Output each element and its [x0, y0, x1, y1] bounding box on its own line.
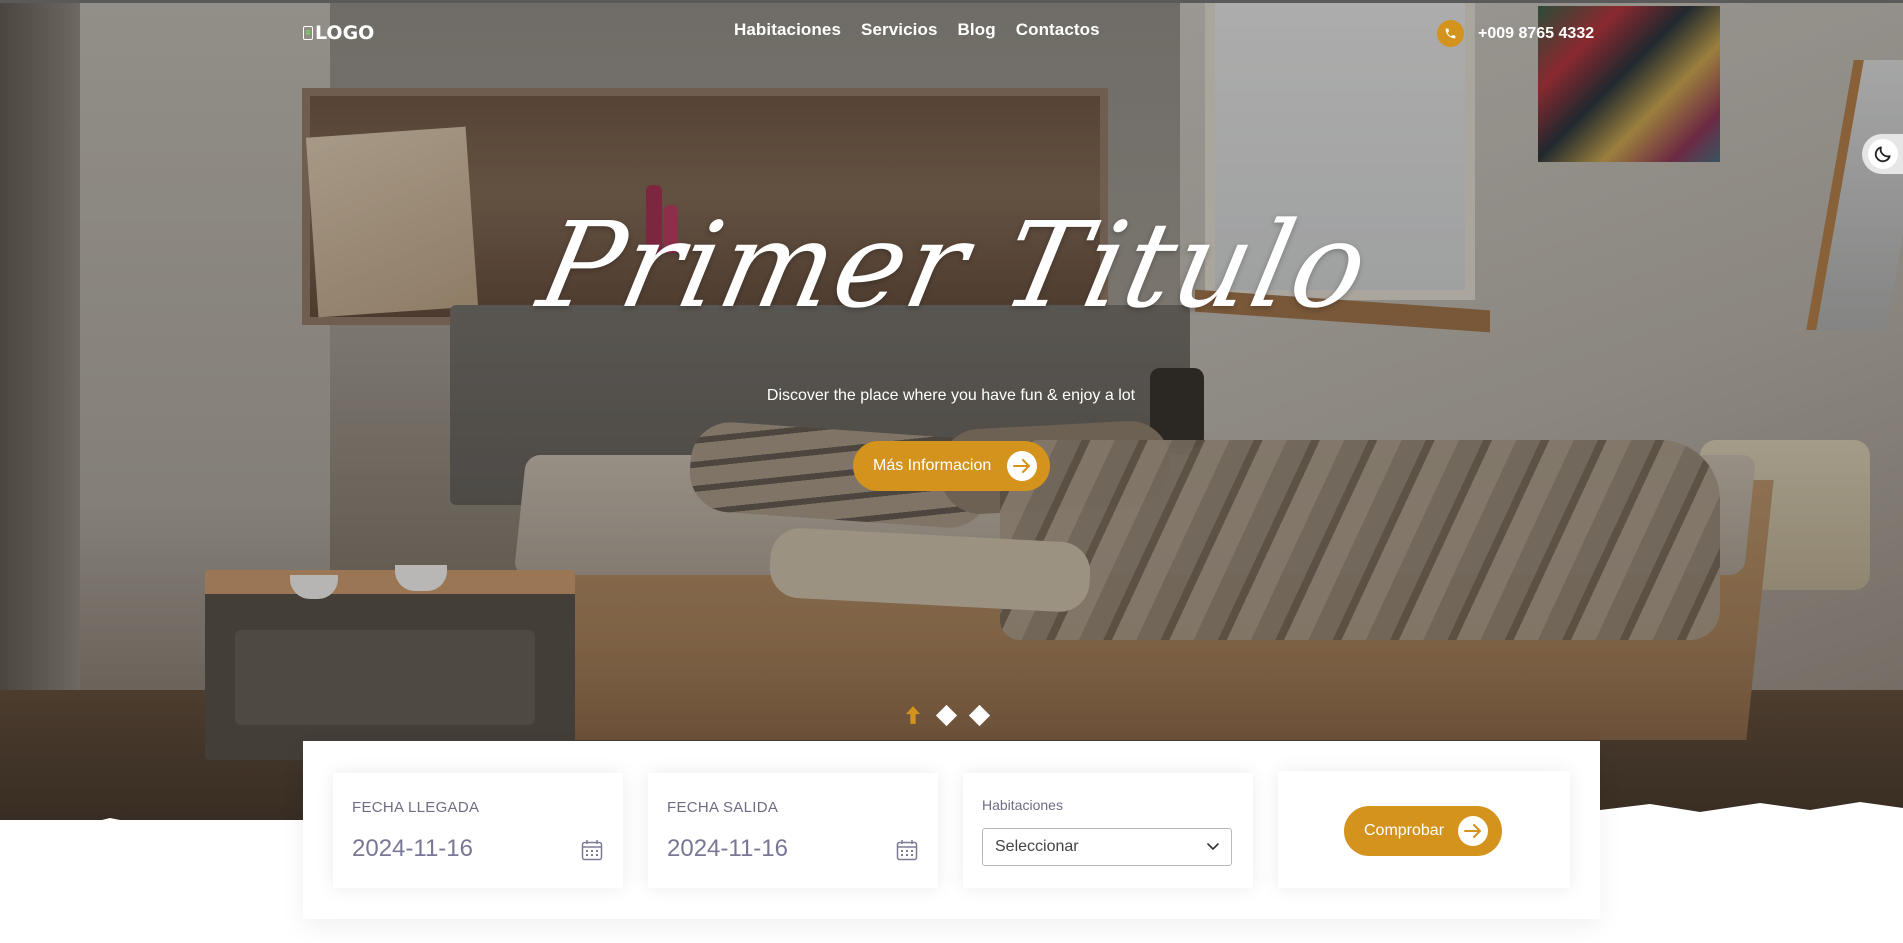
- nav-habitaciones[interactable]: Habitaciones: [734, 20, 841, 40]
- main-nav: Habitaciones Servicios Blog Contactos: [734, 20, 1100, 40]
- rooms-field: Habitaciones Seleccionar: [963, 773, 1253, 888]
- arrow-up-icon: [905, 706, 921, 724]
- arrow-right-icon: [1458, 816, 1489, 846]
- phone-icon: [1437, 20, 1464, 47]
- departure-date-value[interactable]: 2024-11-16: [667, 835, 788, 863]
- rooms-select[interactable]: Seleccionar: [982, 828, 1232, 866]
- logo[interactable]: LOGO: [303, 20, 374, 46]
- top-border: [0, 0, 1903, 3]
- nav-contactos[interactable]: Contactos: [1016, 20, 1100, 40]
- nav-servicios[interactable]: Servicios: [861, 20, 938, 40]
- broken-image-icon: [303, 26, 313, 40]
- hero-subtitle: Discover the place where you have fun & …: [766, 387, 1136, 404]
- phone-number: +009 8765 4332: [1478, 24, 1595, 42]
- slide-dot[interactable]: [935, 704, 958, 726]
- dark-mode-toggle[interactable]: [1862, 134, 1903, 174]
- more-info-label: Más Informacion: [873, 457, 992, 474]
- check-availability-button[interactable]: Comprobar: [1344, 806, 1502, 856]
- arrival-label: FECHA LLEGADA: [352, 799, 480, 816]
- nav-blog[interactable]: Blog: [958, 20, 996, 40]
- departure-label: FECHA SALIDA: [667, 799, 779, 816]
- slide-dot[interactable]: [968, 704, 991, 726]
- rooms-label: Habitaciones: [982, 797, 1063, 813]
- moon-icon: [1868, 139, 1898, 169]
- booking-form: FECHA LLEGADA 2024-11-16 FECHA SALIDA 20…: [303, 741, 1600, 919]
- arrival-date-field[interactable]: FECHA LLEGADA 2024-11-16: [333, 773, 623, 888]
- more-info-button[interactable]: Más Informacion: [853, 441, 1050, 491]
- chevron-down-icon: [1207, 843, 1219, 850]
- check-button-label: Comprobar: [1364, 822, 1445, 839]
- arrival-date-value[interactable]: 2024-11-16: [352, 835, 473, 863]
- arrow-right-icon: [1007, 451, 1038, 481]
- rooms-selected-value: Seleccionar: [995, 838, 1079, 855]
- slider-dots: [905, 704, 991, 726]
- departure-date-field[interactable]: FECHA SALIDA 2024-11-16: [648, 773, 938, 888]
- hero-title: Primer Titulo: [528, 196, 1382, 334]
- phone-contact[interactable]: +009 8765 4332: [1437, 20, 1594, 47]
- page: LOGO Habitaciones Servicios Blog Contact…: [0, 0, 1903, 943]
- site-header: LOGO Habitaciones Servicios Blog Contact…: [0, 0, 1903, 70]
- calendar-icon[interactable]: [896, 839, 918, 861]
- check-availability-box: Comprobar: [1278, 771, 1570, 888]
- calendar-icon[interactable]: [581, 839, 603, 861]
- slide-dot-active[interactable]: [905, 705, 921, 725]
- logo-alt-text: LOGO: [315, 22, 375, 44]
